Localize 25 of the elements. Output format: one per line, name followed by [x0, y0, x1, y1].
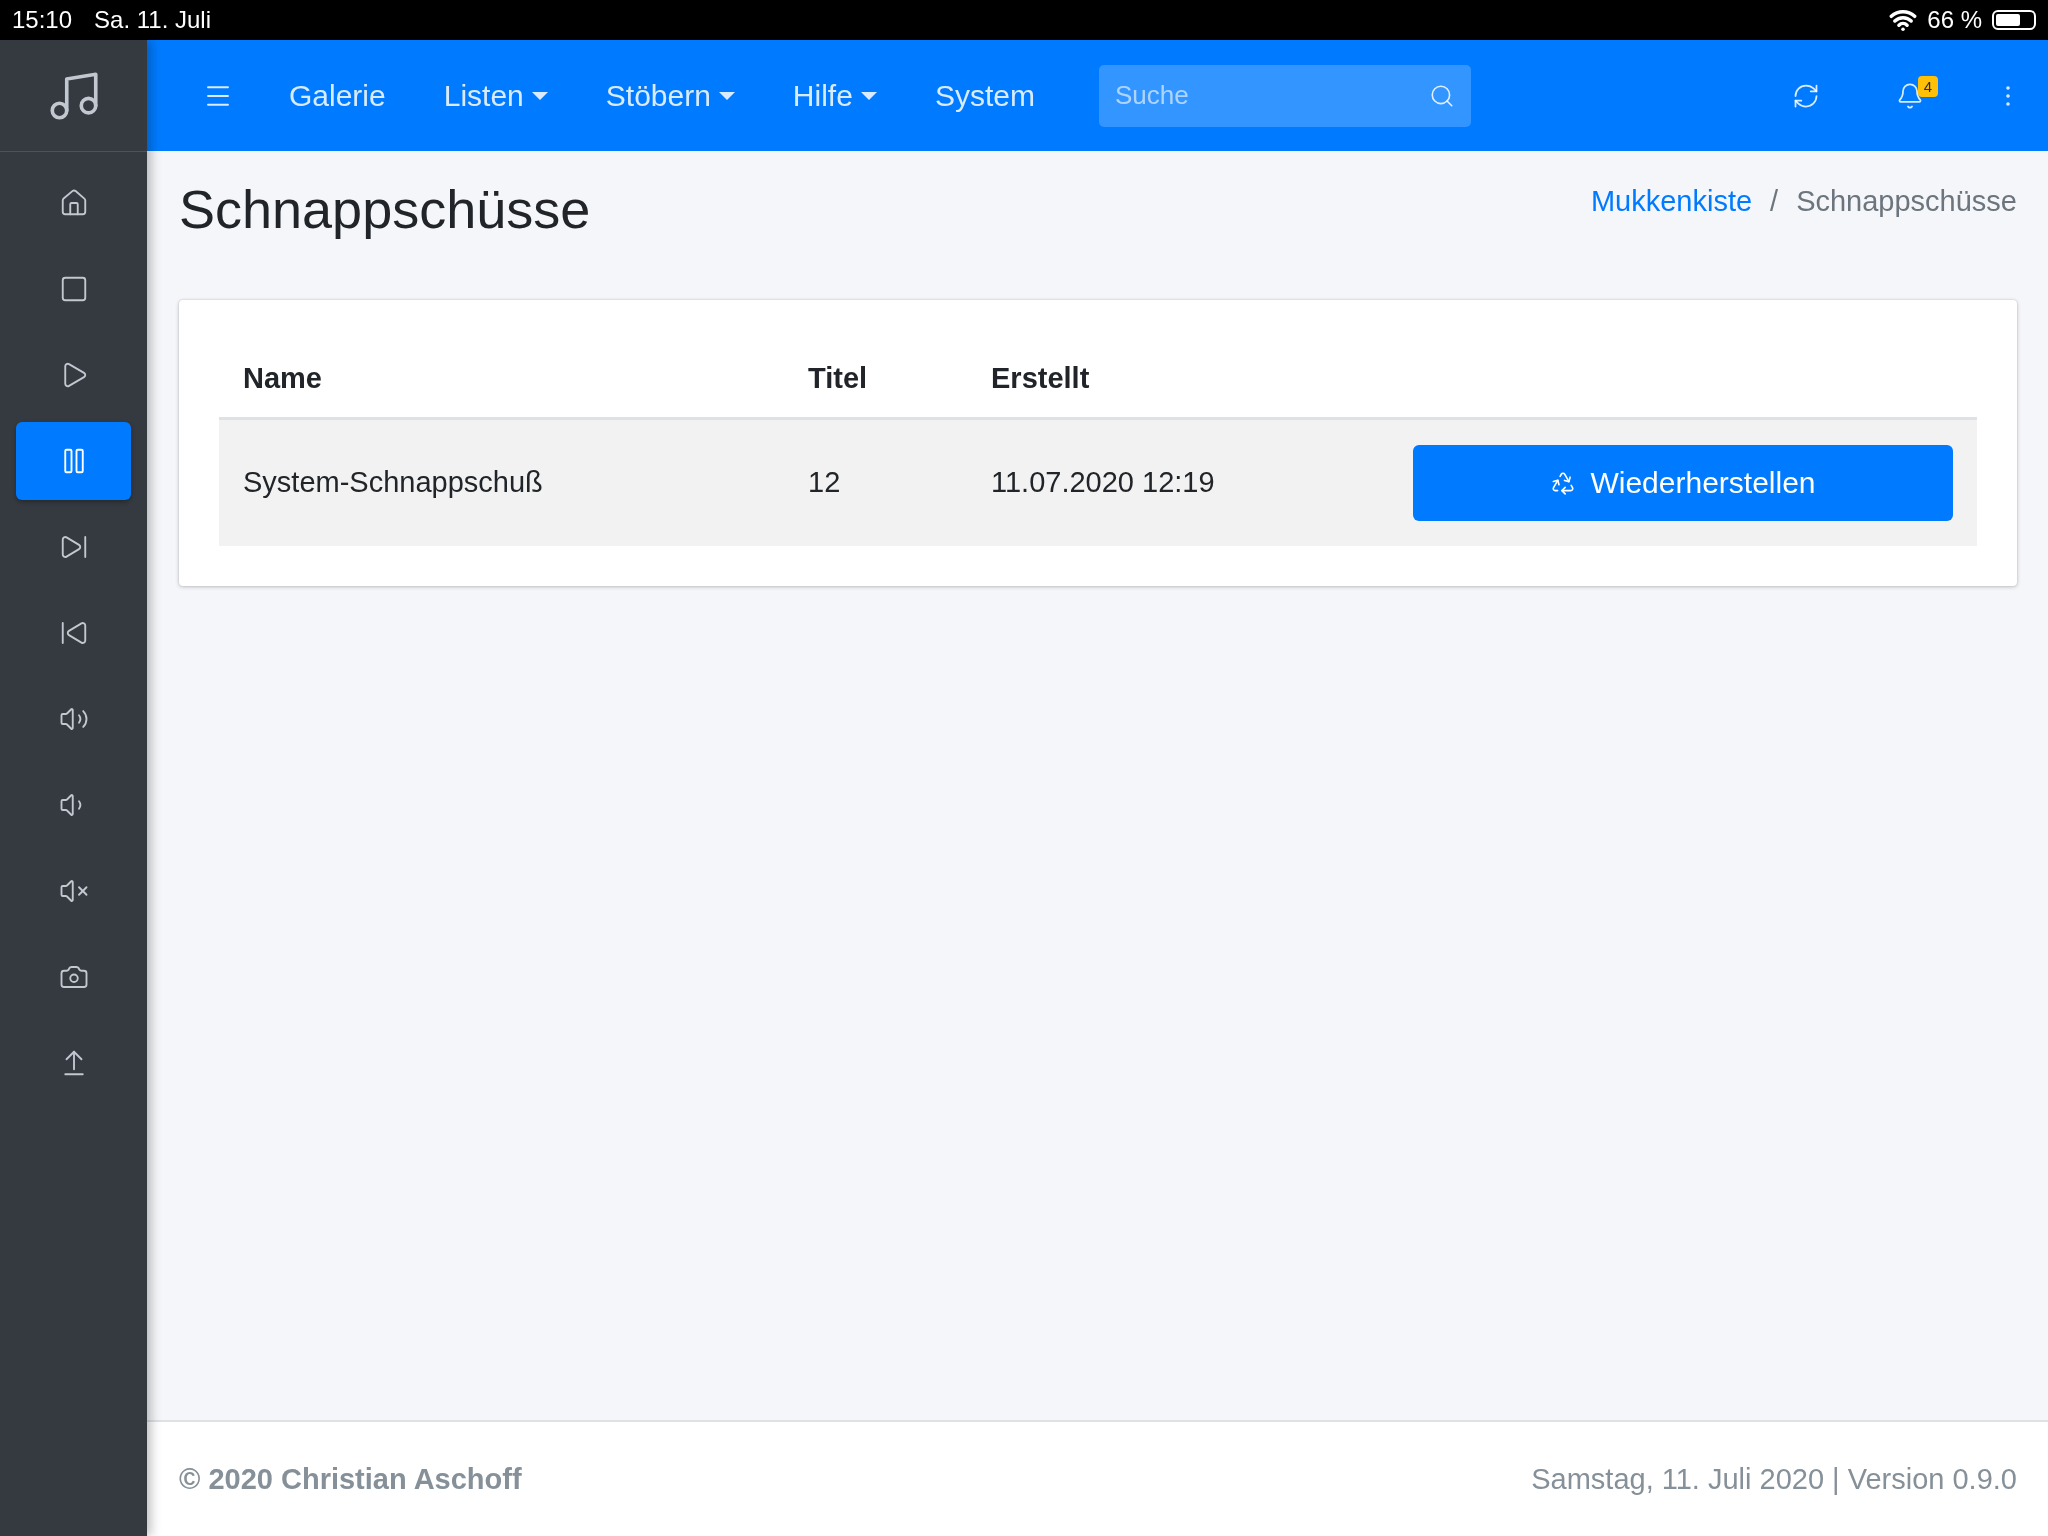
nav-link[interactable]: Galerie	[289, 78, 386, 113]
nav-link[interactable]: System	[934, 78, 1035, 113]
table-cell: 12	[784, 418, 967, 546]
nav-link[interactable]: Hilfe	[792, 78, 877, 113]
caret-icon	[531, 91, 548, 100]
sidebar-button[interactable]	[16, 422, 131, 500]
table-cell: System-Schnappschuß	[219, 418, 784, 546]
page-title: Schnappschüsse	[179, 178, 591, 241]
caret-icon	[860, 91, 877, 100]
breadcrumb-current: Schnappschüsse	[1796, 185, 2017, 218]
battery-percentage: 66 %	[1927, 6, 1982, 34]
copyright-text: © 2020 Christian Aschoff	[179, 1462, 522, 1496]
breadcrumb-link[interactable]: Mukkenkiste	[1590, 185, 1753, 218]
nav-link[interactable]: Stöbern	[605, 78, 735, 113]
table-cell: 11.07.2020 12:19	[967, 418, 1287, 546]
status-time: 15:10	[12, 6, 73, 34]
breadcrumb-separator: /	[1770, 185, 1779, 218]
kebab-icon	[2006, 85, 2010, 106]
restore-button[interactable]: Wiederherstellen	[1413, 444, 1953, 521]
footer-info: Samstag, 11. Juli 2020 | Version 0.9.0	[1531, 1462, 2017, 1496]
battery-icon	[1992, 10, 2036, 30]
status-date: Sa. 11. Juli	[94, 6, 211, 34]
caret-icon	[718, 91, 735, 100]
notification-count: 4	[1917, 75, 1938, 97]
nav-link[interactable]: Listen	[443, 78, 548, 113]
